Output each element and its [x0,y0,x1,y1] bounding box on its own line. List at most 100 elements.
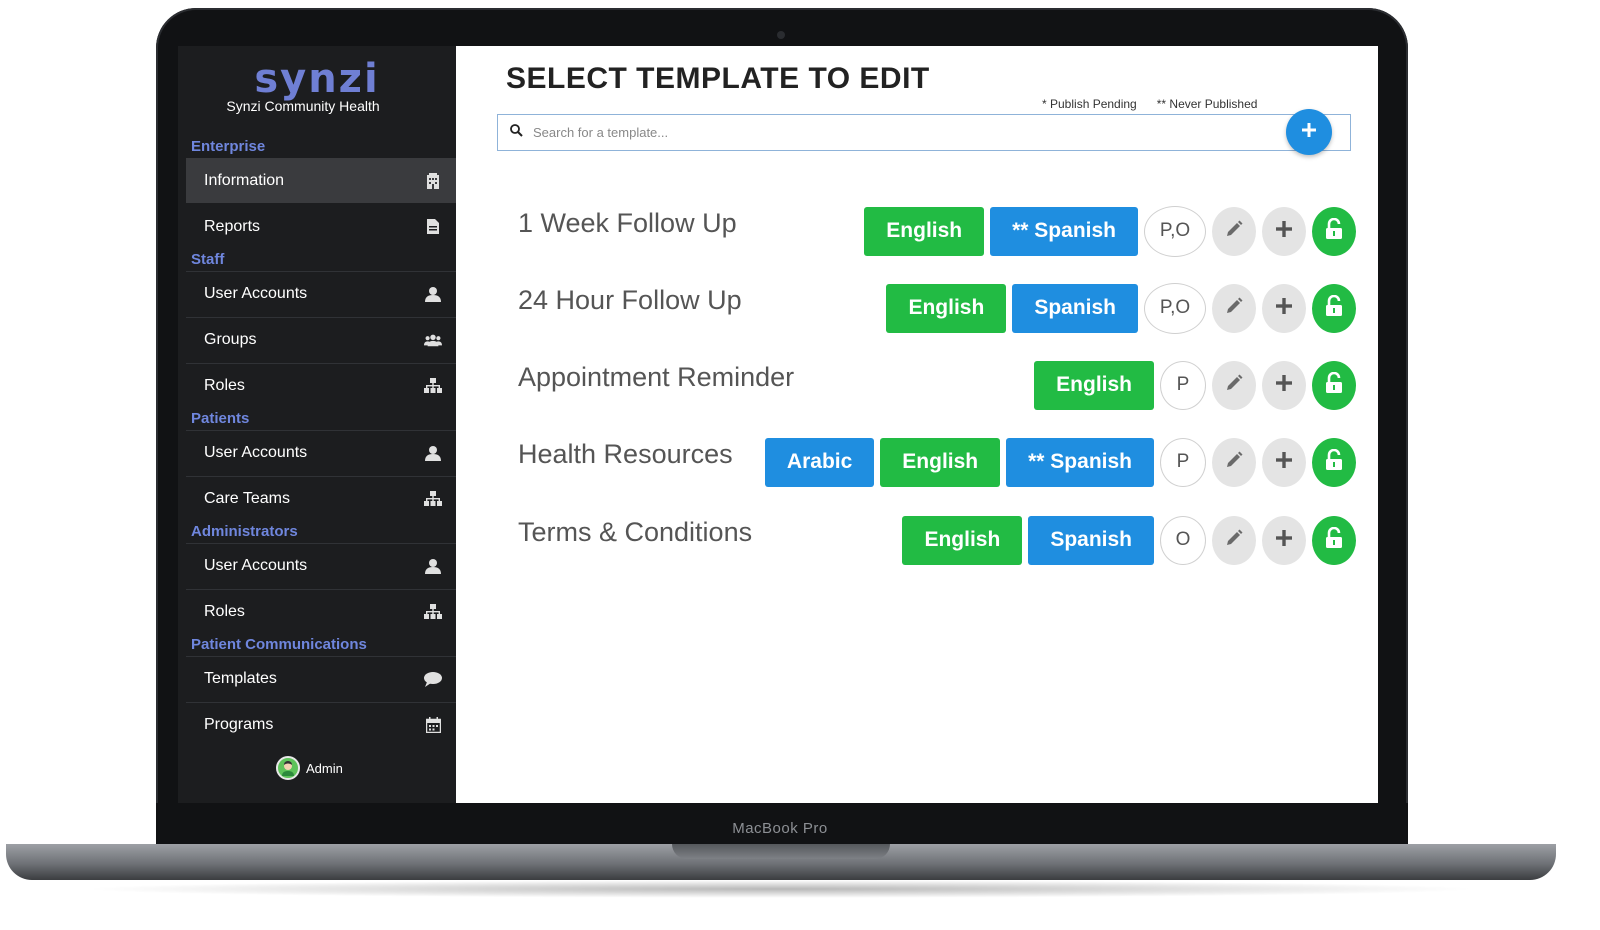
pencil-icon [1224,528,1244,553]
edit-button[interactable] [1212,360,1256,410]
sidebar-item-label: Roles [204,603,245,620]
language-button-english[interactable]: English [880,437,1001,487]
add-language-button[interactable] [1262,206,1306,256]
sidebar-item-label: User Accounts [204,557,308,574]
page-title: SELECT TEMPLATE TO EDIT [506,62,930,95]
unlock-icon [1324,294,1344,322]
sidebar-item-care-teams[interactable]: Care Teams [186,476,456,521]
search-input[interactable] [533,125,1233,140]
publish-legend: * Publish Pending ** Never Published [1042,97,1257,111]
chat-bubble-icon [424,670,442,688]
template-name[interactable]: Terms & Conditions [518,517,752,548]
section-administrators: Administrators [191,523,298,540]
logo: synzi [254,56,380,102]
sidebar-item-reports[interactable]: Reports [186,204,456,249]
template-name[interactable]: Health Resources [518,439,733,470]
sidebar-item-information[interactable]: Information [186,158,456,203]
users-icon [424,331,442,349]
sidebar-item-label: Care Teams [204,490,290,507]
template-row: Terms & Conditions English Spanish O [456,515,1378,567]
sidebar-item-staff-user-accounts[interactable]: User Accounts [186,271,456,316]
sidebar-item-admin-user-accounts[interactable]: User Accounts [186,543,456,588]
search-icon [510,123,523,142]
unlock-icon [1324,526,1344,554]
search-box [497,114,1351,151]
pencil-icon [1224,373,1244,398]
unlock-icon [1324,371,1344,399]
sidebar-item-staff-roles[interactable]: Roles [186,363,456,408]
template-controls: English P [1034,360,1356,410]
template-name[interactable]: Appointment Reminder [518,362,794,393]
pencil-icon [1224,296,1244,321]
building-icon [424,172,442,190]
template-name[interactable]: 24 Hour Follow Up [518,285,742,316]
section-staff: Staff [191,251,225,268]
add-language-button[interactable] [1262,283,1306,333]
user-icon [424,557,442,575]
hierarchy-icon [424,490,442,508]
pencil-icon [1224,450,1244,475]
plus-icon [1301,122,1317,143]
sidebar: synzi Synzi Community Health Enterprise … [178,46,456,803]
sidebar-item-label: User Accounts [204,444,308,461]
sidebar-item-label: Templates [204,670,277,687]
plus-icon [1275,220,1293,243]
add-language-button[interactable] [1262,515,1306,565]
unlock-button[interactable] [1312,283,1356,333]
edit-button[interactable] [1212,206,1256,256]
language-button-spanish[interactable]: Spanish [1028,515,1154,565]
plus-icon [1275,374,1293,397]
edit-button[interactable] [1212,437,1256,487]
template-name[interactable]: 1 Week Follow Up [518,208,737,239]
template-controls: English Spanish P,O [886,282,1356,334]
language-button-english[interactable]: English [864,206,985,256]
template-row: 24 Hour Follow Up English Spanish P,O [456,282,1378,335]
add-template-button[interactable] [1286,109,1332,155]
avatar [276,756,300,780]
sidebar-item-label: Programs [204,716,274,733]
section-enterprise: Enterprise [191,138,266,155]
language-button-spanish[interactable]: ** Spanish [990,206,1138,256]
unlock-icon [1324,448,1344,476]
language-button-spanish[interactable]: ** Spanish [1006,437,1154,487]
language-button-arabic[interactable]: Arabic [764,437,875,487]
template-row: 1 Week Follow Up English ** Spanish P,O [456,205,1378,258]
status-indicator: P,O [1144,205,1206,257]
add-language-button[interactable] [1262,437,1306,487]
sidebar-item-label: Reports [204,217,261,235]
unlock-button[interactable] [1312,515,1356,565]
sidebar-item-programs[interactable]: Programs [186,702,456,747]
template-controls: English Spanish O [902,515,1356,565]
add-language-button[interactable] [1262,360,1306,410]
unlock-button[interactable] [1312,437,1356,487]
template-controls: English ** Spanish P,O [864,205,1356,257]
language-button-english[interactable]: English [902,515,1023,565]
sidebar-item-admin-roles[interactable]: Roles [186,589,456,634]
edit-button[interactable] [1212,515,1256,565]
section-patients: Patients [191,410,250,427]
language-button-english[interactable]: English [1034,360,1154,410]
status-indicator: O [1160,515,1206,565]
hierarchy-icon [424,603,442,621]
sidebar-item-label: Information [204,171,285,189]
template-row: Appointment Reminder English P [456,360,1378,412]
main-content: SELECT TEMPLATE TO EDIT * Publish Pendin… [456,46,1378,803]
legend-publish-pending: * Publish Pending [1042,97,1137,111]
language-button-spanish[interactable]: Spanish [1012,283,1138,333]
edit-button[interactable] [1212,283,1256,333]
status-indicator: P [1160,360,1206,410]
sidebar-item-patient-user-accounts[interactable]: User Accounts [186,430,456,475]
sidebar-item-label: Groups [204,331,257,348]
calendar-icon [424,716,442,734]
sidebar-item-groups[interactable]: Groups [186,317,456,362]
sidebar-item-label: Roles [204,377,245,394]
unlock-button[interactable] [1312,360,1356,410]
admin-profile[interactable]: Admin [276,756,343,780]
hierarchy-icon [424,377,442,395]
sidebar-item-templates[interactable]: Templates [186,656,456,701]
document-icon [424,218,442,236]
status-indicator: P [1160,437,1206,487]
language-button-english[interactable]: English [886,283,1007,333]
unlock-button[interactable] [1312,206,1356,256]
plus-icon [1275,297,1293,320]
